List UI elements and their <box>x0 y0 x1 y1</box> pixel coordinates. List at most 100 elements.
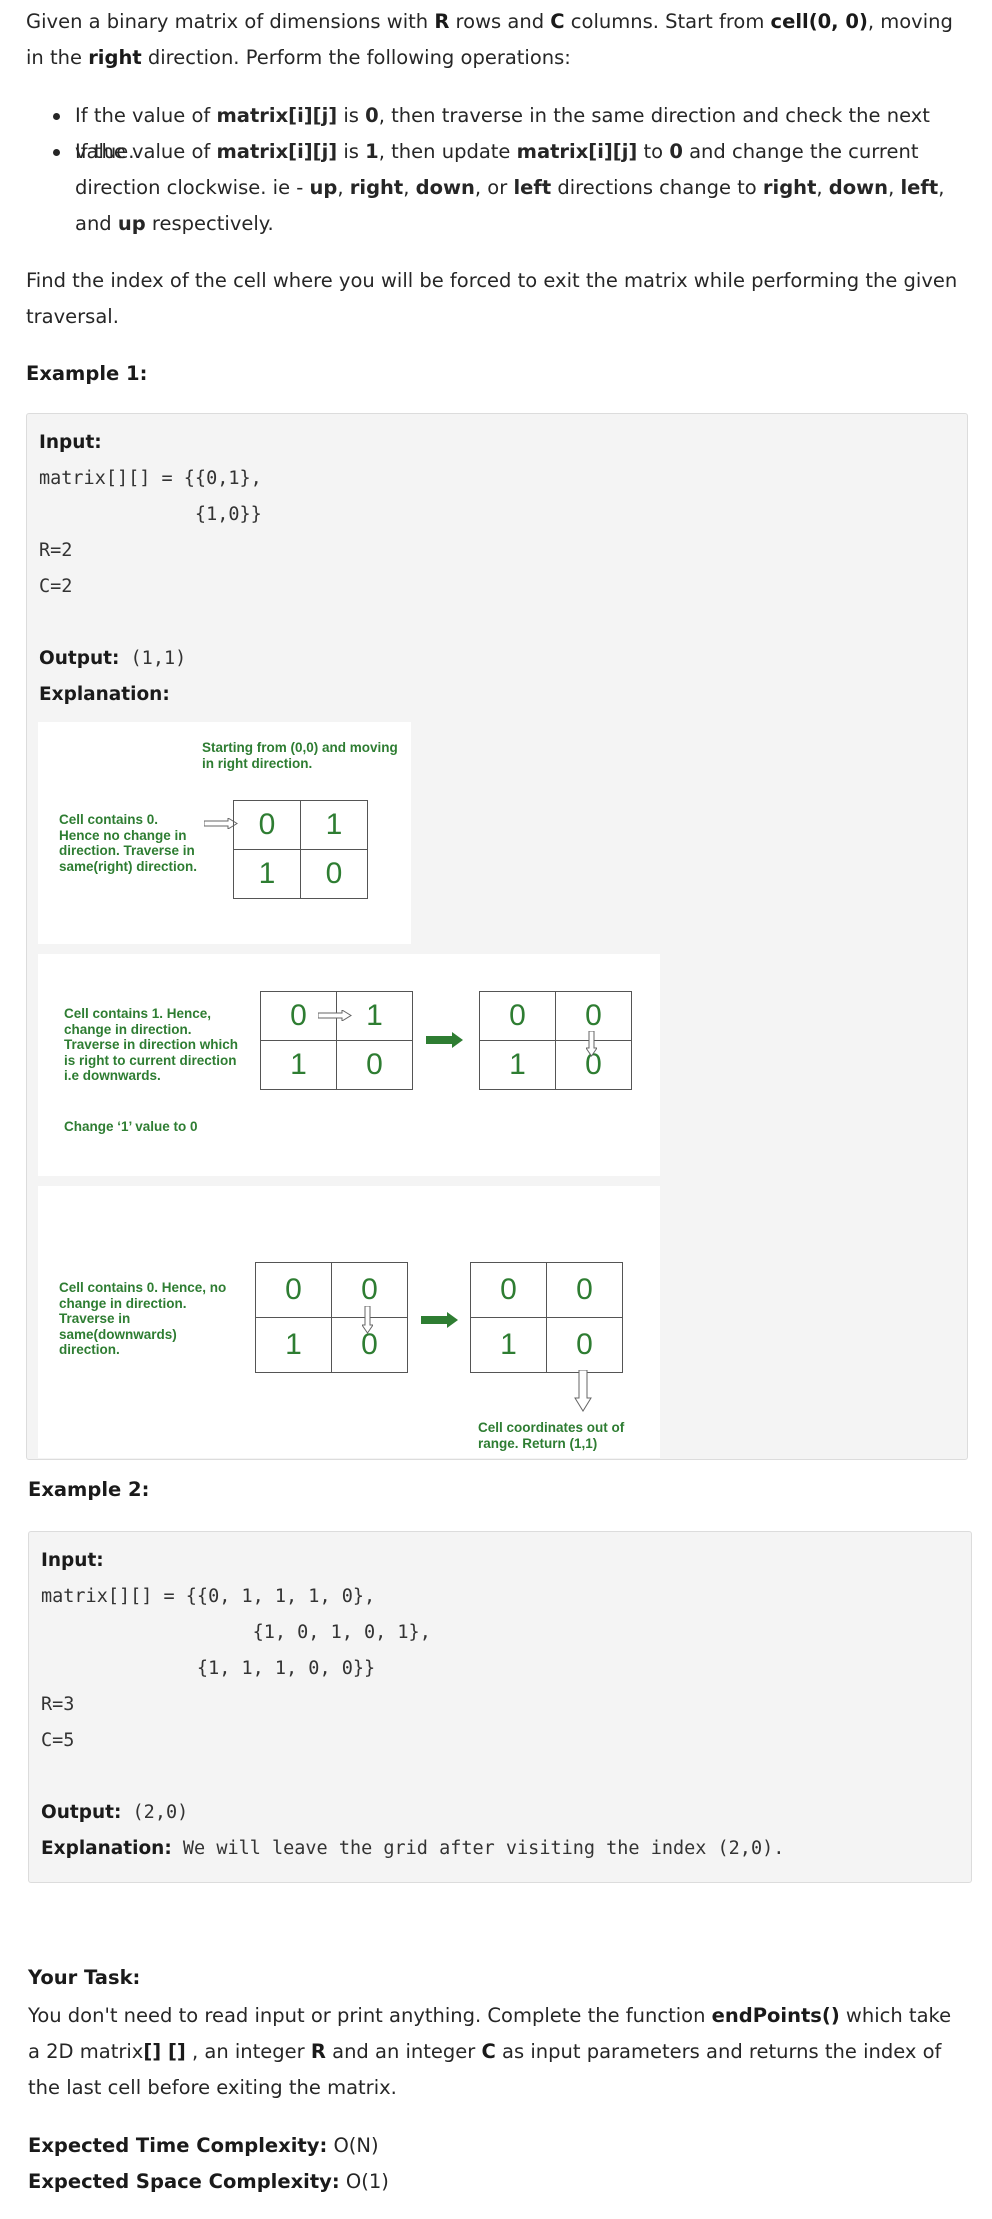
grid-cell: 0 <box>470 1262 547 1318</box>
bullet-text: If the value of <box>75 140 217 163</box>
value-zero: 0 <box>365 104 379 127</box>
intro-paragraph: Given a binary matrix of dimensions with… <box>26 4 971 76</box>
intro-text: Given a binary matrix of dimensions with <box>26 10 435 33</box>
start-cell: cell(0, 0) <box>770 10 868 33</box>
task-text: , an integer <box>185 2040 311 2063</box>
step-arrow-icon <box>421 1312 458 1328</box>
example1-line1: matrix[][] = {{0,1}, <box>39 468 262 489</box>
grid-cell: 1 <box>470 1317 547 1373</box>
step1-note: Cell contains 0. Hence no change in dire… <box>59 812 198 874</box>
example2-heading: Example 2: <box>28 1478 150 1501</box>
bullet-text: , <box>938 176 945 199</box>
bullet-text: , <box>816 176 829 199</box>
diagram-step2-panel: Cell contains 1. Hence, change in direct… <box>38 954 660 1176</box>
step2-note: Cell contains 1. Hence, change in direct… <box>64 1006 239 1083</box>
example2-line3: {1, 1, 1, 0, 0}} <box>41 1658 376 1679</box>
grid-cell: 1 <box>260 1040 337 1090</box>
step3-grid-after: 00 10 <box>470 1262 623 1373</box>
step1-grid: 01 10 <box>233 800 368 899</box>
right-arrow-icon <box>318 1010 352 1021</box>
task-text: and an integer <box>325 2040 482 2063</box>
example1-c: C=2 <box>39 576 73 597</box>
bullet-text: , then update <box>378 140 517 163</box>
grid-cell: 0 <box>336 1040 413 1090</box>
intro-text: direction. Perform the following operati… <box>141 46 571 69</box>
diagram-step1-panel: Starting from (0,0) and moving in right … <box>38 722 411 944</box>
task-paragraph: You don't need to read input or print an… <box>28 1998 963 2106</box>
example1-explanation-label: Explanation: <box>39 684 170 705</box>
grid-cell: 1 <box>479 1040 556 1090</box>
dir-left: left <box>900 176 939 199</box>
matrix-cell-ref: matrix[i][j] <box>516 140 638 163</box>
bullet-text: directions change to <box>551 176 763 199</box>
step2-note2: Change ‘1’ value to 0 <box>64 1119 198 1134</box>
rows-param: R <box>310 2040 326 2063</box>
value-one: 1 <box>365 140 379 163</box>
step3-result: Cell coordinates out of range. Return (1… <box>478 1420 625 1451</box>
bullet-text: , <box>403 176 416 199</box>
step2-grid-before: 01 10 <box>260 991 413 1090</box>
grid-cell: 0 <box>255 1262 332 1318</box>
example2-line1: matrix[][] = {{0, 1, 1, 1, 0}, <box>41 1586 376 1607</box>
step-arrow-icon <box>426 1032 463 1048</box>
example1-line2: {1,0}} <box>39 504 262 525</box>
dir-down: down <box>415 176 475 199</box>
bullet-text: is <box>337 104 366 127</box>
grid-cell: 1 <box>233 849 301 899</box>
step1-title: Starting from (0,0) and moving in right … <box>202 740 398 771</box>
dir-left: left <box>513 176 552 199</box>
dir-up: up <box>309 176 338 199</box>
space-complexity: Expected Space Complexity: O(1) <box>28 2170 389 2193</box>
grid-cell: 1 <box>300 800 368 850</box>
bullet-text: respectively. <box>145 212 274 235</box>
bullet-text: If the value of <box>75 104 217 127</box>
bullet-text: , or <box>474 176 514 199</box>
example2-box <box>28 1531 972 1883</box>
rows-symbol: R <box>434 10 450 33</box>
matrix-cell-ref: matrix[i][j] <box>216 140 338 163</box>
intro-text: rows and <box>449 10 551 33</box>
grid-cell: 0 <box>233 800 301 850</box>
bullet-text: , <box>888 176 901 199</box>
example1-output: Output: (1,1) <box>39 648 187 669</box>
example1-heading: Example 1: <box>26 362 148 385</box>
dir-right: right <box>349 176 404 199</box>
diagram-step3-panel: Cell contains 0. Hence, no change in dir… <box>38 1186 660 1458</box>
grid-cell: 0 <box>300 849 368 899</box>
grid-cell: 0 <box>546 1317 623 1373</box>
example2-c: C=5 <box>41 1730 75 1751</box>
dir-down: down <box>828 176 889 199</box>
matrix-param: [] [] <box>143 2040 186 2063</box>
intro-text: columns. Start from <box>564 10 771 33</box>
bullet-text: and <box>75 212 118 235</box>
grid-cell: 0 <box>479 991 556 1041</box>
function-name: endPoints() <box>711 2004 840 2027</box>
matrix-cell-ref: matrix[i][j] <box>216 104 338 127</box>
step3-grid-before: 00 10 <box>255 1262 408 1373</box>
bullet-text: , <box>337 176 350 199</box>
value-zero: 0 <box>669 140 683 163</box>
cols-param: C <box>481 2040 496 2063</box>
find-paragraph: Find the index of the cell where you wil… <box>26 269 958 328</box>
cols-symbol: C <box>550 10 565 33</box>
step3-note: Cell contains 0. Hence, no change in dir… <box>59 1280 227 1357</box>
example2-output: Output: (2,0) <box>41 1802 189 1823</box>
bullet-text: is <box>337 140 366 163</box>
down-arrow-icon <box>574 1370 592 1412</box>
dir-up: up <box>117 212 146 235</box>
example1-input-label: Input: <box>39 432 102 453</box>
example2-r: R=3 <box>41 1694 75 1715</box>
grid-cell: 0 <box>546 1262 623 1318</box>
example2-explanation: Explanation: We will leave the grid afte… <box>41 1838 785 1859</box>
time-complexity: Expected Time Complexity: O(N) <box>28 2134 379 2157</box>
rule-bullet-one: If the value of matrix[i][j] is 1, then … <box>53 134 955 242</box>
example1-r: R=2 <box>39 540 73 561</box>
dir-right: right <box>762 176 817 199</box>
example2-line2: {1, 0, 1, 0, 1}, <box>41 1622 431 1643</box>
down-arrow-icon <box>362 1306 373 1334</box>
grid-cell: 1 <box>255 1317 332 1373</box>
step2-grid-after: 00 10 <box>479 991 632 1090</box>
start-direction: right <box>88 46 142 69</box>
task-text: You don't need to read input or print an… <box>28 2004 712 2027</box>
example2-input-label: Input: <box>41 1550 104 1571</box>
